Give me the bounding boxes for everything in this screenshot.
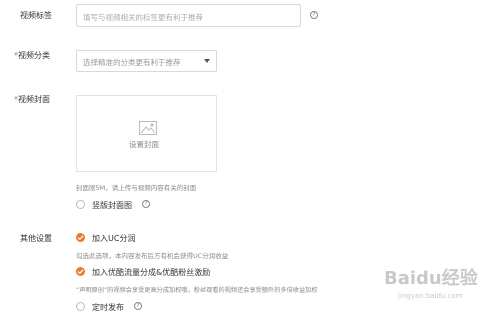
- cover-upload-box[interactable]: 设置封面: [76, 95, 217, 172]
- uc-share-checkbox[interactable]: [76, 233, 85, 242]
- image-icon: [139, 121, 157, 135]
- youku-share-label[interactable]: 加入优酷流量分成&优酷粉丝激励: [92, 267, 210, 278]
- help-icon[interactable]: ?: [134, 302, 142, 310]
- uc-share-hint: 勾选此选项，本内容发布后方有机会获得UC分润收益: [76, 252, 229, 260]
- help-icon[interactable]: ?: [310, 11, 318, 19]
- scheduled-publish-radio[interactable]: [76, 302, 85, 311]
- cover-upload-text: 设置封面: [129, 140, 159, 149]
- youku-share-hint: “声明原创”的视频会享受更高分成加权哦，粉丝观看的视频还会享受额外的多倍收益加权: [76, 287, 318, 294]
- caret-down-icon: [204, 59, 210, 63]
- cover-hint: 封面限5M，请上传与视频内容有关的封面: [76, 184, 197, 192]
- video-category-select[interactable]: 选择精准的分类更有利于推荐: [76, 50, 217, 72]
- other-settings-label: 其他设置: [20, 234, 52, 243]
- video-tags-placeholder: 填写与视频相关的标签更有利于推荐: [83, 13, 203, 22]
- uc-share-label[interactable]: 加入UC分润: [92, 233, 135, 244]
- scheduled-publish-label[interactable]: 定时发布: [92, 302, 124, 313]
- portrait-cover-radio[interactable]: [76, 200, 85, 209]
- baidu-watermark: Baidu经验: [384, 268, 478, 289]
- video-tags-label: 视频标签: [20, 11, 52, 20]
- check-icon: [77, 269, 84, 275]
- check-icon: [77, 235, 84, 241]
- video-category-label: *视频分类: [14, 51, 50, 60]
- help-icon[interactable]: ?: [142, 200, 150, 208]
- video-tags-input[interactable]: 填写与视频相关的标签更有利于推荐: [76, 4, 301, 27]
- video-cover-label: *视频封面: [14, 95, 50, 104]
- baidu-watermark-url: jingyan.baidu.com: [398, 292, 463, 300]
- youku-share-checkbox[interactable]: [76, 267, 85, 276]
- video-category-placeholder: 选择精准的分类更有利于推荐: [83, 58, 181, 67]
- portrait-cover-label[interactable]: 竖版封面图: [92, 200, 132, 211]
